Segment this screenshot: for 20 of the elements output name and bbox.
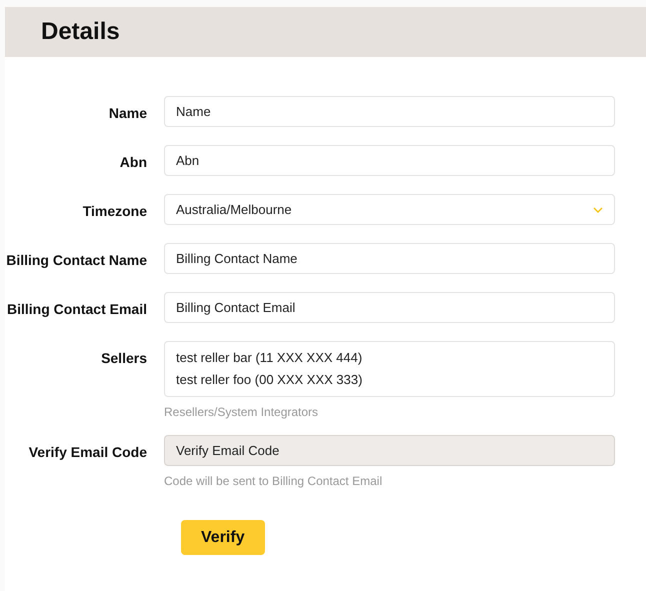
- field-label: Timezone: [82, 203, 147, 219]
- field-label: Billing Contact Email: [6, 301, 147, 317]
- field-label: Verify Email Code: [28, 444, 147, 460]
- field-label: Name: [108, 105, 147, 121]
- text-field[interactable]: Billing Contact Name: [164, 243, 615, 274]
- timezone-dropdown[interactable]: Australia/Melbourne: [164, 194, 615, 225]
- field-label: Billing Contact Name: [6, 252, 147, 268]
- chevron-down-icon: [593, 206, 603, 212]
- text-field[interactable]: Billing Contact Email: [164, 292, 615, 323]
- helper-text: Resellers/System Integrators: [164, 405, 318, 419]
- text-field[interactable]: Abn: [164, 145, 615, 176]
- seller-option[interactable]: test reller bar (11 XXX XXX 444): [176, 347, 362, 369]
- field-label: Sellers: [101, 350, 147, 366]
- sellers-listbox[interactable]: test reller bar (11 XXX XXX 444) test reller foo (00 XXX XXX 333): [164, 341, 615, 397]
- text-field[interactable]: Name: [164, 96, 615, 127]
- helper-text: Code will be sent to Billing Contact Email: [164, 474, 382, 488]
- verify-button[interactable]: Verify: [181, 520, 265, 555]
- page-title: Details: [41, 17, 120, 47]
- seller-option[interactable]: test reller foo (00 XXX XXX 333): [176, 369, 362, 391]
- field-label: Abn: [120, 154, 147, 170]
